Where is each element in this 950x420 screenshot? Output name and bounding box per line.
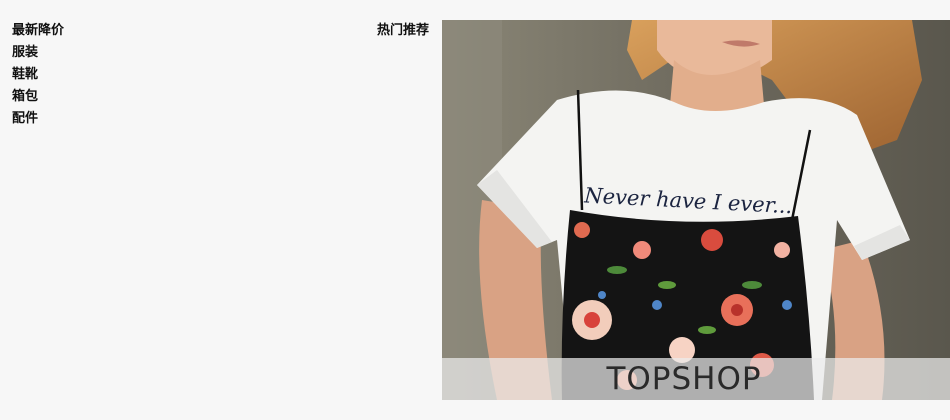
featured-brand-banner[interactable]: Never have I ever... TOPSHOP [442, 20, 950, 400]
category-item-clothing[interactable]: 服装 [12, 42, 64, 64]
category-item-shoes[interactable]: 鞋靴 [12, 64, 64, 86]
brand-name: TOPSHOP [606, 361, 762, 397]
featured-heading: 热门推荐 [377, 23, 430, 38]
page: 最新降价 服装 鞋靴 箱包 配件 热门推荐 Never have I ever.… [0, 0, 950, 420]
brand-label-bar: TOPSHOP [442, 358, 950, 400]
category-item-bags[interactable]: 箱包 [12, 86, 64, 108]
model-photo: Never have I ever... [442, 20, 950, 400]
category-nav: 最新降价 服装 鞋靴 箱包 配件 [12, 20, 64, 130]
category-item-accessories[interactable]: 配件 [12, 108, 64, 130]
category-item-sale[interactable]: 最新降价 [12, 20, 64, 42]
